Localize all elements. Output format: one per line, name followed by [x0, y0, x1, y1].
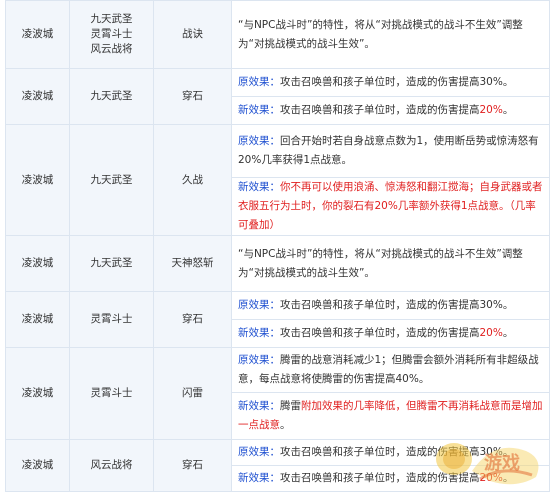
text-span: 。: [502, 327, 514, 339]
school-cell: 九天武圣: [69, 68, 154, 125]
city-cell: 凌波城: [5, 439, 70, 492]
city-cell: 凌波城: [5, 235, 70, 292]
city-cell: 凌波城: [5, 347, 70, 440]
new-effect-cell: 新效果：腾雷附加效果的几率降低，但腾雷不再消耗战意而是增加一点战意。: [231, 392, 550, 440]
description-text: 原效果：回合开始时若自身战意点数为1，使用断岳势或惊涛怒有20%几率获得1点战意…: [238, 132, 543, 170]
text-span: 攻击召唤兽和孩子单位时，造成的伤害提高30%。: [280, 446, 514, 458]
skill-cell: 久战: [153, 124, 232, 236]
table-row: 凌波城 风云战将 穿石 原效果：攻击召唤兽和孩子单位时，造成的伤害提高30%。: [5, 439, 550, 492]
school-cell: 九天武圣: [69, 235, 154, 292]
school-cell: 风云战将: [69, 439, 154, 492]
skill-cell: 天神怒斩: [153, 235, 232, 292]
description-text: “与NPC战斗时”的特性，将从“对挑战模式的战斗不生效”调整为“对挑战模式的战斗…: [238, 16, 543, 54]
city-cell: 凌波城: [5, 124, 70, 236]
description-text: 原效果：腾雷的战意消耗减少1；但腾雷会额外消耗所有非超级战意，每点战意将使腾雷的…: [238, 351, 543, 389]
original-effect-cell: 原效果：攻击召唤兽和孩子单位时，造成的伤害提高30%。: [231, 291, 550, 320]
school-name: 风云战将: [90, 43, 133, 55]
new-effect-cell: 新效果：攻击召唤兽和孩子单位时，造成的伤害提高20%。: [231, 319, 550, 348]
description-text: 新效果：你不再可以使用浪涌、惊涛怒和翻江搅海；自身武器或者衣服五行为土时，你的裂…: [238, 178, 543, 235]
school-name: 灵霄斗士: [90, 387, 133, 399]
text-span: “与NPC战斗时”的特性，将从“对挑战模式的战斗不生效”调整为“对挑战模式的战斗…: [238, 18, 523, 50]
skill-cell: 穿石: [153, 439, 232, 492]
skill-cell: 穿石: [153, 68, 232, 125]
school-cell: 九天武圣: [69, 124, 154, 236]
city-cell: 凌波城: [5, 291, 70, 348]
city-cell: 凌波城: [5, 0, 70, 69]
new-effect-cell: 新效果：你不再可以使用浪涌、惊涛怒和翻江搅海；自身武器或者衣服五行为土时，你的裂…: [231, 177, 550, 236]
table-row: 凌波城 九天武圣 灵霄斗士 风云战将 战诀 “与NPC战斗时”的特性，将从“对挑战模式的战…: [5, 0, 550, 69]
skill-cell: 战诀: [153, 0, 232, 69]
text-span: 攻击召唤兽和孩子单位时，造成的伤害提高30%。: [280, 76, 514, 88]
school-name: 九天武圣: [90, 13, 133, 25]
description-text: 原效果：攻击召唤兽和孩子单位时，造成的伤害提高30%。: [238, 296, 543, 315]
original-effect-label: 原效果：: [238, 446, 280, 458]
change-description-cell: “与NPC战斗时”的特性，将从“对挑战模式的战斗不生效”调整为“对挑战模式的战斗…: [231, 0, 550, 69]
skill-cell: 闪雷: [153, 347, 232, 440]
original-effect-label: 原效果：: [238, 76, 280, 88]
description-text: 新效果：攻击召唤兽和孩子单位时，造成的伤害提高20%。: [238, 324, 543, 343]
table-row: 凌波城 九天武圣 穿石 原效果：攻击召唤兽和孩子单位时，造成的伤害提高30%。: [5, 68, 550, 125]
new-effect-label: 新效果：: [238, 400, 280, 412]
original-effect-cell: 原效果：回合开始时若自身战意点数为1，使用断岳势或惊涛怒有20%几率获得1点战意…: [231, 124, 550, 178]
new-effect-label: 新效果：: [238, 181, 280, 193]
text-span: 腾雷的战意消耗减少1；但腾雷会额外消耗所有非超级战意，每点战意将使腾雷的伤害提高…: [238, 354, 539, 385]
text-span: 攻击召唤兽和孩子单位时，造成的伤害提高: [280, 472, 480, 484]
original-effect-label: 原效果：: [238, 354, 280, 366]
skill-change-table-body: 凌波城 九天武圣 灵霄斗士 风云战将 战诀 “与NPC战斗时”的特性，将从“对挑战模式的战…: [5, 0, 550, 492]
new-effect-cell: 新效果：攻击召唤兽和孩子单位时，造成的伤害提高20%。: [231, 96, 550, 125]
school-name: 灵霄斗士: [90, 28, 133, 40]
new-effect-cell: 新效果：攻击召唤兽和孩子单位时，造成的伤害提高20%。: [231, 465, 550, 492]
school-name: 九天武圣: [90, 173, 133, 186]
school-name: 九天武圣: [90, 90, 133, 102]
text-span: 攻击召唤兽和孩子单位时，造成的伤害提高30%。: [280, 299, 514, 311]
description-text: “与NPC战斗时”的特性，将从“对挑战模式的战斗不生效”调整为“对挑战模式的战斗…: [238, 245, 543, 283]
school-cell: 九天武圣灵霄斗士风云战将: [69, 0, 154, 69]
new-effect-label: 新效果：: [238, 327, 280, 339]
new-effect-label: 新效果：: [238, 472, 280, 484]
highlight-text: 20%: [479, 327, 503, 339]
text-span: “与NPC战斗时”的特性，将从“对挑战模式的战斗不生效”调整为“对挑战模式的战斗…: [238, 247, 523, 279]
school-cell: 灵霄斗士: [69, 291, 154, 348]
text-span: 。: [280, 419, 291, 431]
table-row: 凌波城 九天武圣 天神怒斩 “与NPC战斗时”的特性，将从“对挑战模式的战斗不生效”调…: [5, 235, 550, 292]
description-text: 原效果：攻击召唤兽和孩子单位时，造成的伤害提高30%。: [238, 73, 543, 92]
school-name: 灵霄斗士: [90, 313, 133, 325]
original-effect-cell: 原效果：攻击召唤兽和孩子单位时，造成的伤害提高30%。: [231, 68, 550, 97]
text-span: 腾雷: [280, 400, 301, 412]
new-effect-label: 新效果：: [238, 104, 280, 116]
school-cell: 灵霄斗士: [69, 347, 154, 440]
highlight-text: 20%: [479, 472, 503, 484]
original-effect-cell: 原效果：攻击召唤兽和孩子单位时，造成的伤害提高30%。: [231, 439, 550, 466]
description-text: 新效果：腾雷附加效果的几率降低，但腾雷不再消耗战意而是增加一点战意。: [238, 397, 543, 435]
description-text: 新效果：攻击召唤兽和孩子单位时，造成的伤害提高20%。: [238, 469, 543, 488]
highlight-text: 你不再可以使用浪涌、惊涛怒和翻江搅海；自身武器或者衣服五行为土时，你的裂石有20…: [238, 181, 543, 231]
description-text: 原效果：攻击召唤兽和孩子单位时，造成的伤害提高30%。: [238, 443, 543, 462]
skill-change-table: 凌波城 九天武圣 灵霄斗士 风云战将 战诀 “与NPC战斗时”的特性，将从“对挑战模式的战…: [5, 0, 550, 492]
original-effect-label: 原效果：: [238, 299, 280, 311]
school-name: 九天武圣: [90, 257, 133, 269]
table-row: 凌波城 灵霄斗士 闪雷 原效果：腾雷的战意消耗减少1；但腾雷会额外消耗所有非超级战意，…: [5, 347, 550, 440]
table-row: 凌波城 九天武圣 久战 原效果：回合开始时若自身战意点数为1，使用断岳势或惊涛怒有20…: [5, 124, 550, 236]
skill-cell: 穿石: [153, 291, 232, 348]
text-span: 。: [502, 472, 514, 484]
text-span: 。: [502, 104, 514, 116]
city-cell: 凌波城: [5, 68, 70, 125]
text-span: 攻击召唤兽和孩子单位时，造成的伤害提高: [280, 327, 480, 339]
original-effect-cell: 原效果：腾雷的战意消耗减少1；但腾雷会额外消耗所有非超级战意，每点战意将使腾雷的…: [231, 347, 550, 393]
table-row: 凌波城 灵霄斗士 穿石 原效果：攻击召唤兽和孩子单位时，造成的伤害提高30%。: [5, 291, 550, 348]
description-text: 新效果：攻击召唤兽和孩子单位时，造成的伤害提高20%。: [238, 101, 543, 120]
original-effect-label: 原效果：: [238, 135, 280, 147]
change-description-cell: “与NPC战斗时”的特性，将从“对挑战模式的战斗不生效”调整为“对挑战模式的战斗…: [231, 235, 550, 292]
school-name: 风云战将: [90, 459, 133, 471]
text-span: 攻击召唤兽和孩子单位时，造成的伤害提高: [280, 104, 480, 116]
text-span: 回合开始时若自身战意点数为1，使用断岳势或惊涛怒有20%几率获得1点战意。: [238, 135, 539, 166]
highlight-text: 20%: [479, 104, 503, 116]
